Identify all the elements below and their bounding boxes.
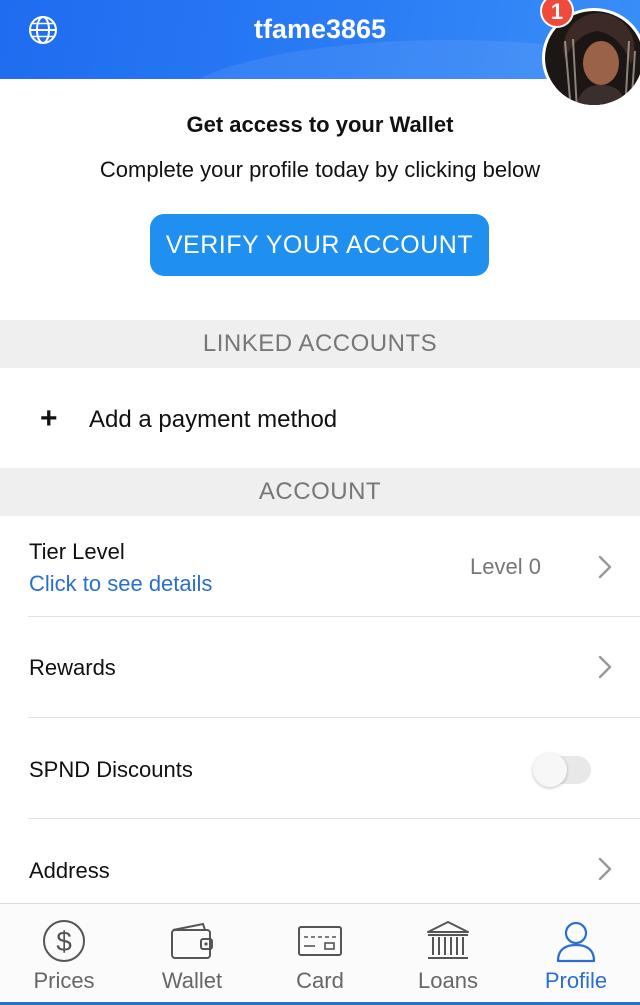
chevron-right-icon (598, 655, 612, 679)
tab-loans[interactable]: Loans (384, 904, 512, 1004)
person-icon (556, 921, 596, 963)
rewards-title: Rewards (29, 655, 116, 680)
rewards-row[interactable]: Rewards (0, 617, 640, 718)
chevron-right-icon (598, 857, 612, 881)
tab-label: Wallet (161, 968, 223, 993)
add-payment-label: Add a payment method (89, 406, 338, 433)
svg-text:$: $ (56, 926, 72, 957)
wallet-icon (171, 922, 213, 959)
tab-card[interactable]: Card (256, 904, 384, 1004)
tier-level-title: Tier Level (29, 539, 125, 564)
wallet-access-subtitle: Complete your profile today by clicking … (99, 157, 541, 182)
card-icon (298, 926, 342, 956)
address-row[interactable]: Address (0, 819, 640, 903)
tab-label: Loans (418, 968, 478, 993)
tab-profile[interactable]: Profile (512, 904, 640, 1004)
tier-level-value: Level 0 (470, 554, 541, 579)
linked-accounts-header: LINKED ACCOUNTS (0, 320, 640, 368)
verify-account-button[interactable]: VERIFY YOUR ACCOUNT (150, 214, 489, 276)
add-payment-method-row[interactable]: + Add a payment method (0, 368, 640, 468)
tier-details-link[interactable]: Click to see details (29, 571, 212, 597)
tab-wallet[interactable]: Wallet (128, 904, 256, 1004)
toggle-knob (533, 753, 567, 787)
chevron-right-icon (598, 555, 612, 579)
tab-label: Prices (33, 968, 95, 993)
tab-label: Profile (544, 968, 608, 993)
plus-icon: + (40, 402, 58, 435)
bottom-tab-bar: $ Prices Wallet Card Loans Profile (0, 903, 640, 1005)
wallet-access-title: Get access to your Wallet (186, 112, 454, 137)
tab-label: Card (296, 968, 344, 993)
account-header: ACCOUNT (0, 468, 640, 516)
spnd-discounts-toggle[interactable] (533, 753, 591, 787)
tab-prices[interactable]: $ Prices (0, 904, 128, 1004)
spnd-discounts-row: SPND Discounts (0, 718, 640, 819)
bank-icon (427, 921, 469, 959)
address-title: Address (29, 858, 110, 883)
dollar-icon: $ (43, 920, 85, 962)
spnd-discounts-title: SPND Discounts (29, 757, 193, 782)
tier-level-row[interactable]: Tier Level Click to see details Level 0 (0, 516, 640, 617)
